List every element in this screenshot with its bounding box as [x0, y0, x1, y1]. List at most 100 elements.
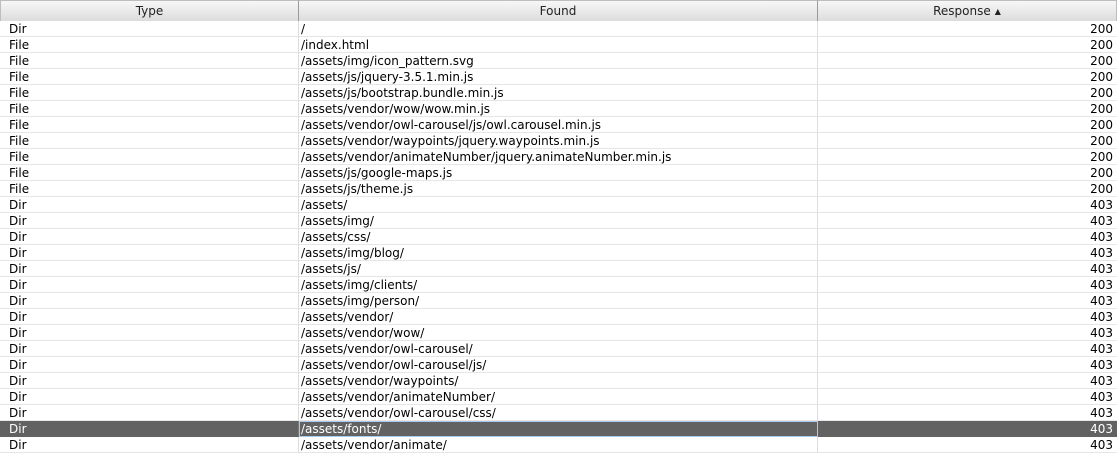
cell-response: 403: [818, 309, 1117, 325]
table-row[interactable]: Dir/assets/css/403: [0, 229, 1117, 245]
cell-response: 200: [818, 69, 1117, 85]
cell-type: File: [0, 101, 299, 117]
cell-type: Dir: [0, 389, 299, 405]
cell-found: /assets/img/: [299, 213, 818, 229]
cell-response: 403: [818, 373, 1117, 389]
cell-found: /assets/img/icon_pattern.svg: [299, 53, 818, 69]
cell-response: 403: [818, 277, 1117, 293]
table-row[interactable]: Dir/assets/vendor/waypoints/403: [0, 373, 1117, 389]
cell-response: 403: [818, 293, 1117, 309]
cell-response: 403: [818, 421, 1117, 437]
cell-found: /assets/vendor/owl-carousel/js/owl.carou…: [299, 117, 818, 133]
cell-response: 403: [818, 261, 1117, 277]
table-row[interactable]: File/assets/js/jquery-3.5.1.min.js 200: [0, 69, 1117, 85]
cell-found: /assets/css/: [299, 229, 818, 245]
table-row[interactable]: File/assets/vendor/waypoints/jquery.wayp…: [0, 133, 1117, 149]
column-header-type[interactable]: Type: [0, 0, 299, 21]
table-row[interactable]: Dir/assets/vendor/animateNumber/403: [0, 389, 1117, 405]
table-body: Dir/200 File/index.html 200 File/assets/img…: [0, 21, 1117, 453]
cell-response: 200: [818, 165, 1117, 181]
cell-response: 200: [818, 117, 1117, 133]
cell-response: 200: [818, 149, 1117, 165]
cell-type: File: [0, 53, 299, 69]
cell-type: File: [0, 85, 299, 101]
table-row[interactable]: File/assets/vendor/animateNumber/jquery.…: [0, 149, 1117, 165]
cell-type: Dir: [0, 293, 299, 309]
table-row[interactable]: File/assets/js/google-maps.js 200: [0, 165, 1117, 181]
cell-type: File: [0, 149, 299, 165]
cell-response: 403: [818, 357, 1117, 373]
cell-found: /assets/vendor/waypoints/: [299, 373, 818, 389]
cell-response: 200: [818, 21, 1117, 37]
cell-type: Dir: [0, 437, 299, 453]
table-row[interactable]: File/assets/vendor/owl-carousel/js/owl.c…: [0, 117, 1117, 133]
cell-type: Dir: [0, 261, 299, 277]
table-row[interactable]: Dir/assets/vendor/wow/403: [0, 325, 1117, 341]
table-header: Type Found Response ▲: [0, 0, 1117, 21]
table-row[interactable]: Dir/assets/img/blog/403: [0, 245, 1117, 261]
cell-found: /assets/vendor/owl-carousel/css/: [299, 405, 818, 421]
column-header-response[interactable]: Response ▲: [818, 0, 1117, 21]
table-row[interactable]: Dir/assets/403: [0, 197, 1117, 213]
cell-type: File: [0, 181, 299, 197]
cell-response: 200: [818, 53, 1117, 69]
column-header-found[interactable]: Found: [299, 0, 818, 21]
cell-type: Dir: [0, 277, 299, 293]
table-row[interactable]: File/assets/js/bootstrap.bundle.min.js 20…: [0, 85, 1117, 101]
table-row[interactable]: File/index.html 200: [0, 37, 1117, 53]
table-row[interactable]: File/assets/img/icon_pattern.svg 200: [0, 53, 1117, 69]
cell-found: /assets/vendor/animateNumber/: [299, 389, 818, 405]
cell-found: /assets/img/clients/: [299, 277, 818, 293]
cell-response: 403: [818, 197, 1117, 213]
cell-found: /assets/vendor/wow/: [299, 325, 818, 341]
column-header-found-label: Found: [539, 4, 577, 18]
column-header-response-label: Response: [933, 4, 991, 18]
cell-found: /assets/js/google-maps.js: [299, 165, 818, 181]
sort-ascending-icon: ▲: [994, 7, 1001, 16]
cell-response: 200: [818, 101, 1117, 117]
table-row[interactable]: Dir/assets/js/403: [0, 261, 1117, 277]
cell-found: /assets/img/blog/: [299, 245, 818, 261]
table-row[interactable]: Dir/assets/vendor/owl-carousel/js/403: [0, 357, 1117, 373]
table-row[interactable]: File/assets/vendor/wow/wow.min.js 200: [0, 101, 1117, 117]
cell-response: 200: [818, 37, 1117, 53]
cell-found: /assets/: [299, 197, 818, 213]
cell-type: File: [0, 133, 299, 149]
cell-type: Dir: [0, 213, 299, 229]
cell-found: /assets/js/jquery-3.5.1.min.js: [299, 69, 818, 85]
table-row[interactable]: Dir/assets/vendor/owl-carousel/403: [0, 341, 1117, 357]
table-row[interactable]: Dir/assets/fonts/403: [0, 421, 1117, 437]
results-table: Type Found Response ▲ Dir/200 File/index.h…: [0, 0, 1117, 453]
table-row[interactable]: Dir/assets/vendor/owl-carousel/css/403: [0, 405, 1117, 421]
cell-type: File: [0, 117, 299, 133]
cell-type: File: [0, 69, 299, 85]
column-header-type-label: Type: [135, 4, 164, 18]
table-row[interactable]: Dir/assets/vendor/animate/403: [0, 437, 1117, 453]
cell-response: 200: [818, 181, 1117, 197]
cell-found: /assets/js/: [299, 261, 818, 277]
cell-type: Dir: [0, 341, 299, 357]
table-row[interactable]: Dir/assets/vendor/403: [0, 309, 1117, 325]
cell-response: 403: [818, 405, 1117, 421]
cell-response: 403: [818, 245, 1117, 261]
cell-type: Dir: [0, 325, 299, 341]
cell-response: 403: [818, 437, 1117, 453]
cell-found: /assets/vendor/animateNumber/jquery.anim…: [299, 149, 818, 165]
cell-type: Dir: [0, 197, 299, 213]
cell-found: /assets/vendor/wow/wow.min.js: [299, 101, 818, 117]
table-row[interactable]: Dir/assets/img/clients/403: [0, 277, 1117, 293]
cell-found: /assets/vendor/animate/: [299, 437, 818, 453]
cell-type: Dir: [0, 309, 299, 325]
cell-found: /index.html: [299, 37, 818, 53]
cell-response: 403: [818, 229, 1117, 245]
cell-found: /assets/vendor/waypoints/jquery.waypoint…: [299, 133, 818, 149]
cell-type: File: [0, 165, 299, 181]
cell-response: 403: [818, 341, 1117, 357]
cell-found: /assets/js/bootstrap.bundle.min.js: [299, 85, 818, 101]
table-row[interactable]: Dir/assets/img/403: [0, 213, 1117, 229]
table-row[interactable]: Dir/200: [0, 21, 1117, 37]
cell-type: Dir: [0, 21, 299, 37]
table-row[interactable]: File/assets/js/theme.js 200: [0, 181, 1117, 197]
table-row[interactable]: Dir/assets/img/person/403: [0, 293, 1117, 309]
cell-type: Dir: [0, 373, 299, 389]
